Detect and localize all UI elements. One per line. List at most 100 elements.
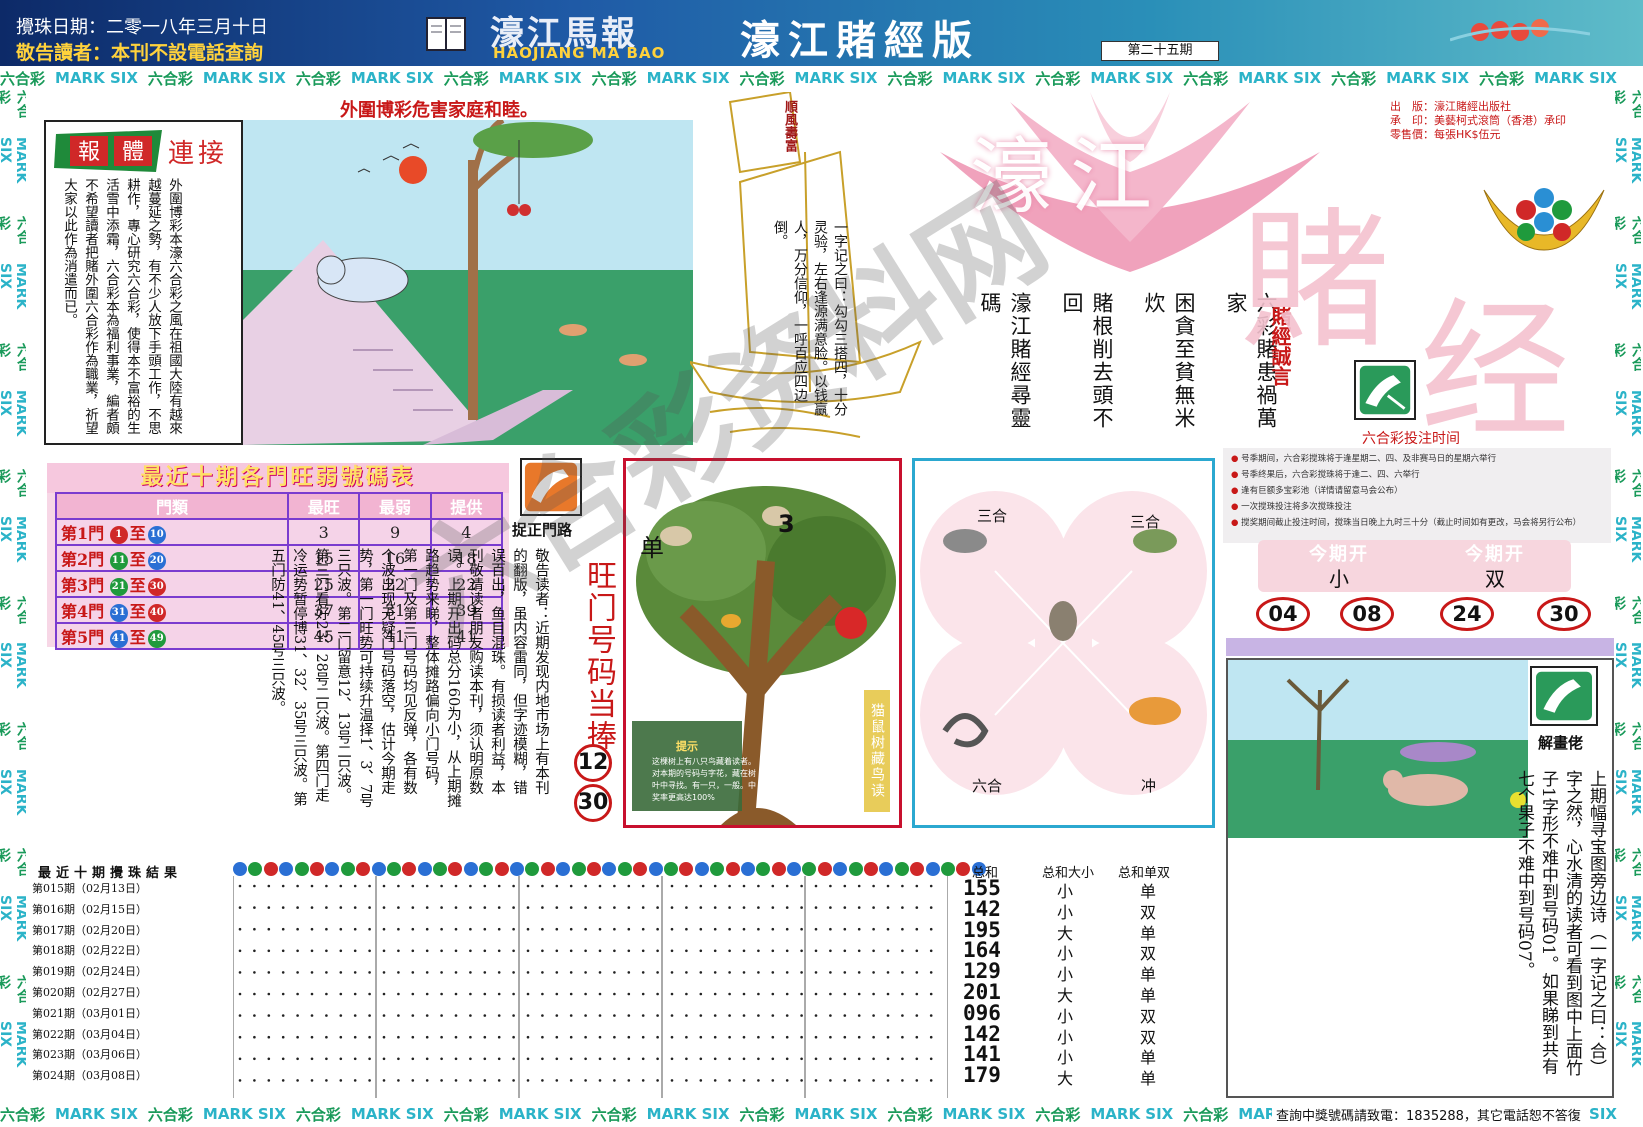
- hot-number: 12: [574, 744, 612, 782]
- grid-dot: [800, 949, 803, 953]
- proverb-column: 賭根削去頭不回: [1060, 292, 1114, 430]
- grid-dot: [469, 906, 472, 909]
- grid-dot: [411, 949, 415, 953]
- grid-dot: [713, 1057, 717, 1061]
- grid-dot: [382, 884, 386, 888]
- grid-dot: [526, 1035, 530, 1039]
- grid-dot: [339, 884, 343, 888]
- grid-dot: [411, 884, 415, 888]
- border-lhc-text: 六合彩: [0, 595, 26, 624]
- grid-dot: [397, 1014, 400, 1017]
- grid-dot: [411, 1035, 415, 1039]
- grid-dot: [483, 971, 487, 974]
- logo-character: 江: [1070, 130, 1153, 225]
- border-lhc-text: 六合彩: [591, 1105, 637, 1124]
- grid-dot: [569, 949, 573, 953]
- grid-dot: [569, 1014, 573, 1017]
- cat-on-steps-illustration: [243, 120, 693, 445]
- border-marksix-text: MARK SIX: [1386, 69, 1470, 87]
- grid-dot: [886, 1014, 890, 1017]
- grid-dot: [757, 971, 760, 974]
- grid-dot: [886, 1035, 890, 1039]
- grid-dot: [397, 1079, 400, 1082]
- current-number: 08: [1340, 597, 1394, 631]
- number-ball: [248, 862, 263, 876]
- grid-dot: [901, 1079, 904, 1082]
- publisher-line: 出 版：濠江賭經出版社: [1390, 100, 1511, 113]
- grid-dot: [713, 1035, 717, 1039]
- grid-dot: [469, 927, 472, 931]
- border-lhc-text: 六合彩: [0, 721, 26, 750]
- grid-dot: [454, 949, 458, 953]
- grid-dot: [310, 1035, 314, 1039]
- grid-dot: [440, 1014, 443, 1017]
- grid-dot: [785, 927, 789, 931]
- border-lhc-text: 六合彩: [0, 90, 26, 118]
- grid-dot: [281, 1057, 285, 1061]
- grid-dot: [267, 1057, 271, 1061]
- border-lhc-text: 六合彩: [1615, 90, 1641, 118]
- grid-dot: [267, 927, 271, 931]
- grid-dot: [656, 1079, 659, 1082]
- gate-name: 第4門: [61, 602, 105, 621]
- border-marksix-text: MARK SIX: [942, 1105, 1026, 1123]
- border-marksix-text: MARK SIX: [1534, 69, 1617, 87]
- grid-dot: [757, 1014, 760, 1017]
- grid-dot: [339, 1035, 343, 1039]
- grid-dot: [281, 971, 285, 974]
- rule-item: ● 搅奖期间截止投注时间，搅珠当日晚上九时三十分（截止时间如有更改，马会将另行公…: [1231, 518, 1582, 528]
- grid-dot: [325, 1014, 328, 1017]
- grid-dot: [857, 949, 861, 953]
- grid-dot: [728, 1035, 731, 1039]
- number-ball: [725, 862, 740, 876]
- grid-dot: [641, 971, 645, 974]
- grid-dot: [310, 992, 314, 996]
- grid-dot: [368, 971, 371, 974]
- grid-dot: [238, 949, 242, 953]
- grid-dot: [901, 906, 904, 909]
- rule-item: ● 号季期间，六合彩搅珠将于逢星期二、四、及非赛马日的星期六举行: [1231, 454, 1497, 464]
- grid-dot: [814, 992, 818, 996]
- current-parity-value: 双: [1485, 567, 1505, 591]
- grid-dot: [253, 1014, 256, 1017]
- result-row-label: 第022期（03月04日）: [32, 1027, 147, 1041]
- grid-dot: [569, 927, 573, 931]
- grid-dot: [771, 884, 775, 888]
- grid-dot: [814, 1035, 818, 1039]
- tree-side-label: 猫鼠树藏鸟读: [864, 690, 890, 812]
- gate-name: 第5門: [61, 628, 105, 647]
- grid-dot: [584, 884, 587, 888]
- grid-dot: [829, 1057, 832, 1061]
- grid-dot: [281, 906, 285, 909]
- grid-dot: [829, 992, 832, 996]
- number-ball: [448, 862, 463, 876]
- price-line: 零售價：每張HK$伍元: [1390, 128, 1501, 141]
- grid-dot: [829, 971, 832, 974]
- grid-dot: [641, 927, 645, 931]
- number-ball: [294, 862, 309, 876]
- grid-dot: [541, 949, 544, 953]
- grid-dot: [785, 992, 789, 996]
- grid-dot: [886, 1079, 890, 1082]
- grid-dot: [569, 992, 573, 996]
- grid-dot: [670, 992, 674, 996]
- logo-character: 賭: [1240, 195, 1391, 369]
- grid-dot: [310, 1014, 314, 1017]
- rules-box: ● 号季期间，六合彩搅珠将于逢星期二、四、及非赛马日的星期六举行 ● 号季终果后…: [1223, 448, 1611, 543]
- grid-dot: [699, 884, 703, 888]
- grid-dot: [296, 1057, 299, 1061]
- column-header: 門類: [54, 492, 290, 520]
- grid-dot: [584, 992, 587, 996]
- grid-dot: [915, 971, 919, 974]
- grid-dot: [641, 884, 645, 888]
- border-marksix-text: MARK SIX: [498, 1105, 582, 1123]
- grid-dot: [843, 971, 847, 974]
- grid-dot: [713, 906, 717, 909]
- grid-dot: [325, 906, 328, 909]
- grid-dot: [526, 906, 530, 909]
- grid-dot: [382, 906, 386, 909]
- grid-dot: [440, 949, 443, 953]
- grid-dot: [814, 906, 818, 909]
- grid-dot: [411, 1014, 415, 1017]
- grid-dot: [843, 884, 847, 888]
